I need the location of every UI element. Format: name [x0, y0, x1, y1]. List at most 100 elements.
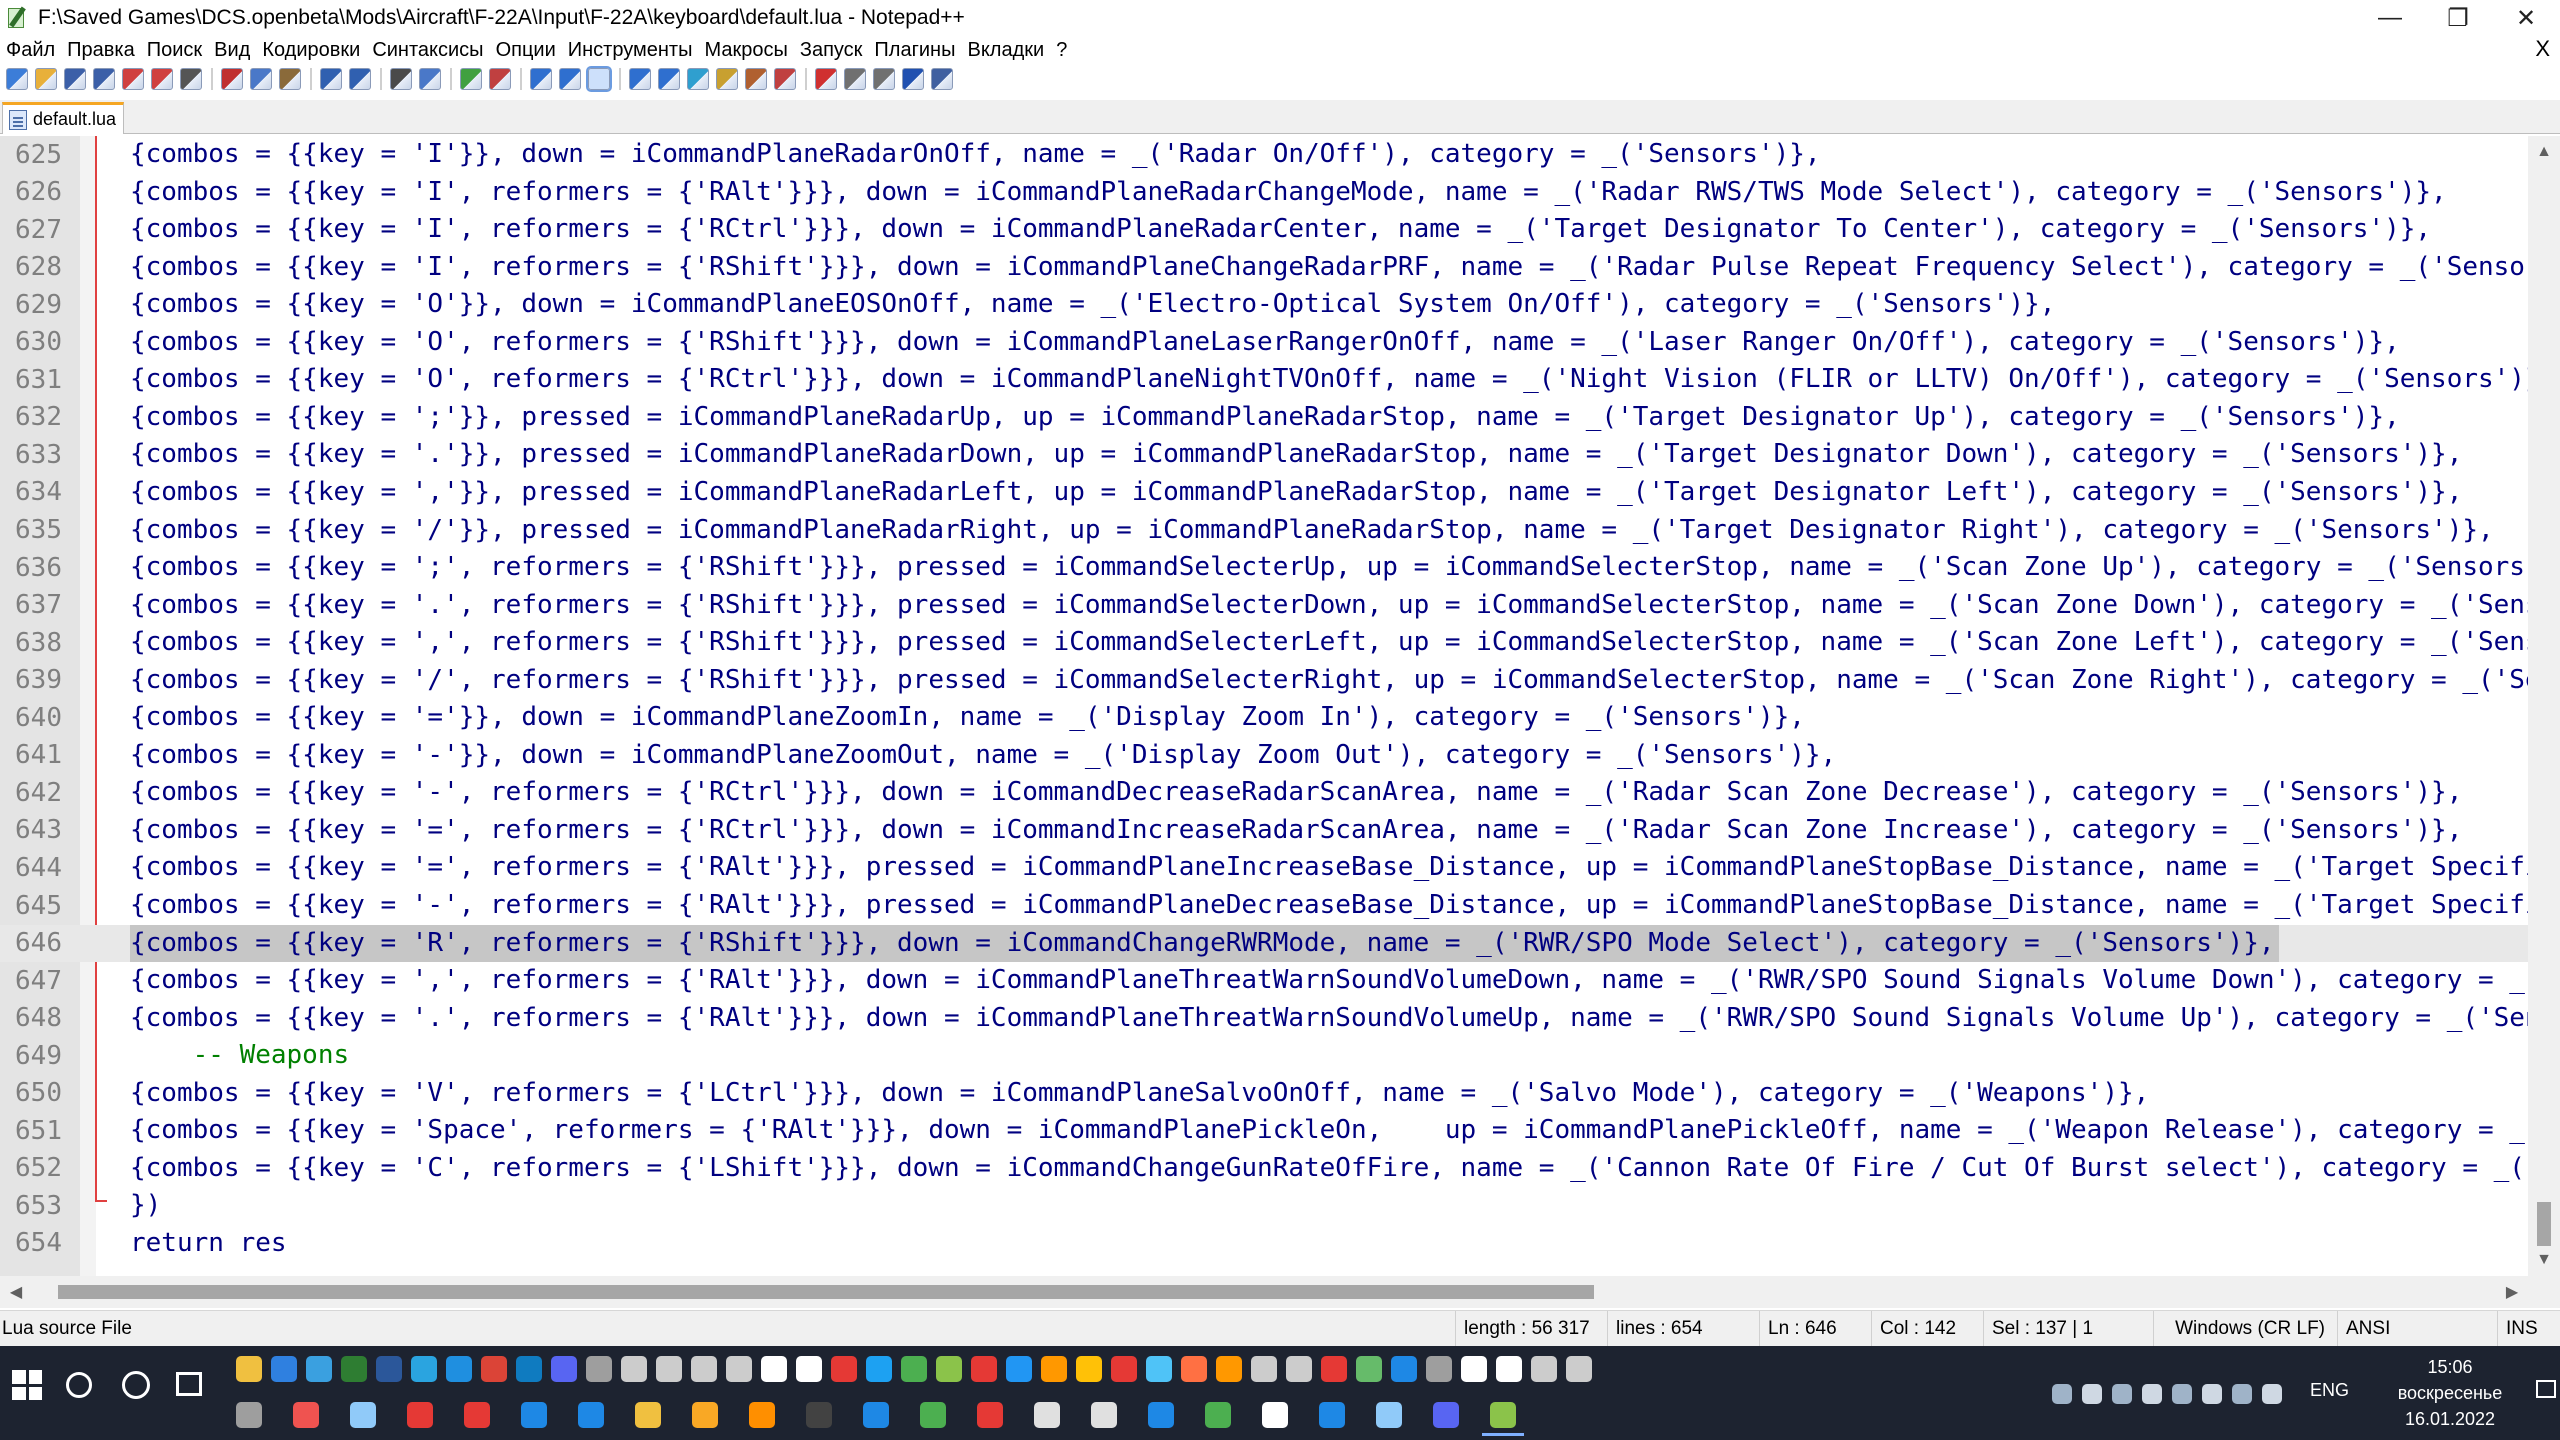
taskbar-app-icon[interactable] — [1356, 1356, 1382, 1382]
code-text[interactable]: {combos = {{key = '/'}}, pressed = iComm… — [130, 512, 2498, 549]
taskbar-app-icon[interactable] — [971, 1356, 997, 1382]
system-tray-icon[interactable] — [2082, 1384, 2102, 1404]
taskbar-app-icon[interactable] — [1006, 1356, 1032, 1382]
taskbar-app-icon[interactable] — [376, 1356, 402, 1382]
taskbar-app-icon[interactable] — [831, 1356, 857, 1382]
code-text[interactable]: {combos = {{key = 'R', reformers = {'RSh… — [130, 924, 2279, 962]
menu-item[interactable]: Опции — [496, 39, 556, 62]
code-line[interactable]: 628 {combos = {{key = 'I', reformers = {'… — [0, 249, 2528, 286]
taskbar-app-icon[interactable] — [656, 1356, 682, 1382]
menu-item[interactable]: Поиск — [147, 39, 202, 62]
menu-item[interactable]: Правка — [67, 39, 135, 62]
taskbar-app-icon[interactable] — [1076, 1356, 1102, 1382]
code-line[interactable]: 634 {combos = {{key = ','}}, pressed = iC… — [0, 474, 2528, 511]
menu-item[interactable]: Запуск — [800, 39, 863, 62]
taskbar-app-icon[interactable] — [586, 1356, 612, 1382]
scroll-left-arrow-icon[interactable]: ◀ — [0, 1276, 32, 1308]
notification-center-icon[interactable] — [2536, 1380, 2556, 1398]
indent-guide-icon[interactable] — [658, 68, 680, 90]
code-line[interactable]: 632 {combos = {{key = ';'}}, pressed = iC… — [0, 399, 2528, 436]
taskbar-app-icon[interactable] — [1181, 1356, 1207, 1382]
code-text[interactable]: {combos = {{key = ','}}, pressed = iComm… — [130, 474, 2466, 511]
save-all-icon[interactable] — [93, 68, 115, 90]
taskbar-app-icon[interactable] — [271, 1356, 297, 1382]
menu-item[interactable]: Плагины — [874, 39, 955, 62]
taskbar-app-icon[interactable] — [1034, 1402, 1060, 1428]
code-comment[interactable]: -- Weapons — [130, 1037, 353, 1074]
code-text[interactable]: {combos = {{key = 'I'}}, down = iCommand… — [130, 136, 1825, 173]
code-lines[interactable]: 625 {combos = {{key = 'I'}}, down = iComm… — [0, 136, 2528, 1276]
code-text[interactable]: {combos = {{key = '-', reformers = {'RAl… — [130, 887, 2528, 924]
tab-default-lua[interactable]: default.lua — [2, 102, 124, 134]
taskbar-app-icon[interactable] — [578, 1402, 604, 1428]
taskbar-app-icon[interactable] — [236, 1402, 262, 1428]
status-eol[interactable]: Windows (CR LF) — [2153, 1311, 2337, 1347]
code-line[interactable]: 639 {combos = {{key = '/', reformers = {'… — [0, 662, 2528, 699]
undo-icon[interactable] — [320, 68, 342, 90]
taskbar-app-icon[interactable] — [863, 1402, 889, 1428]
system-tray-icon[interactable] — [2112, 1384, 2132, 1404]
taskbar-app-icon[interactable] — [749, 1402, 775, 1428]
new-file-icon[interactable] — [6, 68, 28, 90]
system-tray-icon[interactable] — [2052, 1384, 2072, 1404]
taskbar-app-icon[interactable] — [1091, 1402, 1117, 1428]
vertical-scrollbar[interactable]: ▲ ▼ — [2528, 136, 2560, 1276]
taskbar-app-icon[interactable] — [1216, 1356, 1242, 1382]
system-clock[interactable]: 15:06 воскресенье 16.01.2022 — [2380, 1354, 2520, 1432]
find-icon[interactable] — [390, 68, 412, 90]
taskbar-app-icon[interactable] — [1111, 1356, 1137, 1382]
code-text[interactable]: {combos = {{key = 'O'}}, down = iCommand… — [130, 286, 2059, 323]
code-line[interactable]: 640 {combos = {{key = '='}}, down = iComm… — [0, 699, 2528, 736]
zoom-in-icon[interactable] — [460, 68, 482, 90]
taskbar-app-icon[interactable] — [1461, 1356, 1487, 1382]
code-text[interactable]: {combos = {{key = '.'}}, pressed = iComm… — [130, 436, 2466, 473]
cut-icon[interactable] — [221, 68, 243, 90]
input-language[interactable]: ENG — [2310, 1380, 2349, 1401]
taskbar-app-icon[interactable] — [341, 1356, 367, 1382]
taskbar-app-icon[interactable] — [1146, 1356, 1172, 1382]
taskbar-app-icon[interactable] — [1531, 1356, 1557, 1382]
code-text[interactable]: {combos = {{key = '=', reformers = {'RCt… — [130, 812, 2466, 849]
code-text[interactable]: {combos = {{key = '.', reformers = {'RSh… — [130, 587, 2528, 624]
play-macro-icon[interactable] — [873, 68, 895, 90]
taskbar-app-icon[interactable] — [1321, 1356, 1347, 1382]
code-line[interactable]: 648 {combos = {{key = '.', reformers = {'… — [0, 1000, 2528, 1037]
taskbar-app-icon[interactable] — [936, 1356, 962, 1382]
word-wrap-icon[interactable] — [586, 66, 612, 92]
taskbar-app-icon[interactable] — [761, 1356, 787, 1382]
taskbar-app-icon[interactable] — [1566, 1356, 1592, 1382]
code-text[interactable]: {combos = {{key = ',', reformers = {'RSh… — [130, 624, 2528, 661]
code-line[interactable]: 654 return res — [0, 1225, 2528, 1262]
code-text[interactable]: }) — [130, 1187, 165, 1224]
close-document-button[interactable]: X — [2535, 36, 2550, 62]
code-line[interactable]: 627 {combos = {{key = 'I', reformers = {'… — [0, 211, 2528, 248]
code-line[interactable]: 637 {combos = {{key = '.', reformers = {'… — [0, 587, 2528, 624]
copy-icon[interactable] — [250, 68, 272, 90]
code-line[interactable]: 641 {combos = {{key = '-'}}, down = iComm… — [0, 737, 2528, 774]
taskbar-app-icon[interactable] — [901, 1356, 927, 1382]
code-text[interactable]: {combos = {{key = 'Space', reformers = {… — [130, 1112, 2528, 1149]
menu-item[interactable]: Инструменты — [568, 39, 693, 62]
close-button[interactable]: ✕ — [2492, 0, 2560, 36]
code-text[interactable]: {combos = {{key = '-', reformers = {'RCt… — [130, 774, 2466, 811]
taskbar-app-icon[interactable] — [691, 1356, 717, 1382]
search-icon[interactable] — [66, 1372, 92, 1398]
close-icon[interactable] — [122, 68, 144, 90]
code-line[interactable]: 635 {combos = {{key = '/'}}, pressed = iC… — [0, 512, 2528, 549]
code-line[interactable]: 650 {combos = {{key = 'V', reformers = {'… — [0, 1075, 2528, 1112]
taskbar-app-icon[interactable] — [350, 1402, 376, 1428]
taskbar-app-icon[interactable] — [1262, 1402, 1288, 1428]
sync-horizontal-icon[interactable] — [559, 68, 581, 90]
code-text[interactable]: return res — [130, 1225, 291, 1262]
replace-icon[interactable] — [419, 68, 441, 90]
taskbar-notepadpp-icon[interactable] — [1482, 1402, 1524, 1436]
task-view-icon[interactable] — [176, 1372, 202, 1396]
code-text[interactable]: {combos = {{key = 'O', reformers = {'RCt… — [130, 361, 2528, 398]
minimize-button[interactable]: — — [2356, 0, 2424, 36]
code-text[interactable]: {combos = {{key = 'I', reformers = {'RSh… — [130, 249, 2528, 286]
system-tray-icon[interactable] — [2262, 1384, 2282, 1404]
windows-start-icon[interactable] — [12, 1370, 42, 1400]
code-text[interactable]: {combos = {{key = 'V', reformers = {'LCt… — [130, 1075, 2153, 1112]
code-line[interactable]: 631 {combos = {{key = 'O', reformers = {'… — [0, 361, 2528, 398]
code-line[interactable]: 630 {combos = {{key = 'O', reformers = {'… — [0, 324, 2528, 361]
